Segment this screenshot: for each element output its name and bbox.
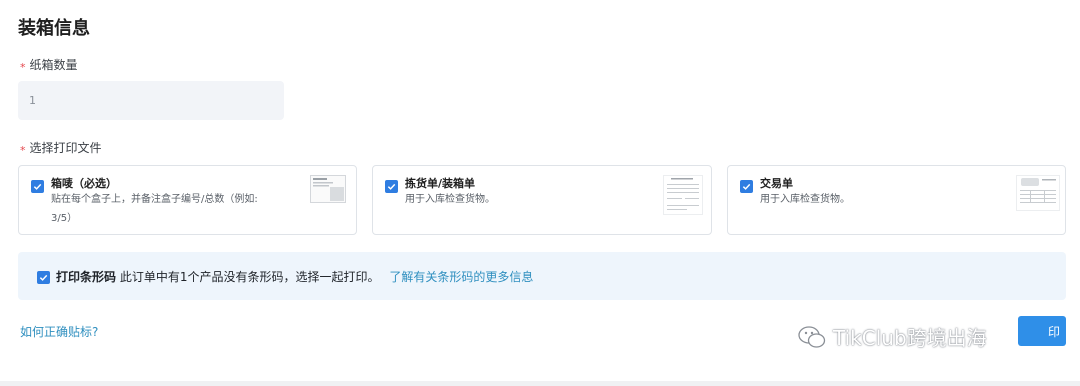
file-card-desc-line1: 用于入库检查货物。 [405, 194, 495, 205]
file-card-desc-line2: 3/5） [51, 213, 78, 224]
checkbox-transaction[interactable] [740, 180, 753, 193]
barcode-text: 打印条形码 此订单中有1个产品没有条形码，选择一起打印。 了解有关条形码的更多信… [56, 268, 533, 285]
wechat-icon [798, 325, 826, 348]
bottom-divider [0, 381, 1080, 386]
section-title: 装箱信息 [18, 18, 90, 39]
barcode-label: 打印条形码 [56, 270, 117, 284]
file-card-desc: 用于入库检查货物。 [405, 190, 495, 209]
print-button[interactable]: 印 [1018, 316, 1066, 346]
file-card-desc-line1: 用于入库检查货物。 [760, 194, 850, 205]
check-icon [387, 183, 396, 190]
shipping-label-thumbnail [310, 175, 346, 203]
required-mark: * [20, 144, 26, 157]
watermark-text: TikClub跨境出海 [833, 326, 987, 350]
barcode-learn-more-link[interactable]: 了解有关条形码的更多信息 [389, 270, 533, 284]
file-card-title: 箱唛（必选） [51, 177, 117, 190]
check-icon [39, 274, 48, 281]
file-card-shipping-mark[interactable]: 箱唛（必选） 贴在每个盒子上，并备注盒子编号/总数（例如: 3/5） [18, 165, 357, 235]
file-card-title: 交易单 [760, 177, 793, 190]
barcode-info-bar: 打印条形码 此订单中有1个产品没有条形码，选择一起打印。 了解有关条形码的更多信… [18, 252, 1066, 300]
labeling-help-link[interactable]: 如何正确贴标? [20, 323, 98, 340]
checkbox-picking-list[interactable] [385, 180, 398, 193]
required-mark: * [20, 61, 26, 74]
checkbox-shipping-mark[interactable] [31, 180, 44, 193]
barcode-description: 此订单中有1个产品没有条形码，选择一起打印。 [119, 270, 380, 284]
carton-qty-input[interactable] [18, 81, 284, 120]
file-card-title: 拣货单/装箱单 [405, 177, 476, 190]
transaction-thumbnail [1016, 175, 1060, 211]
check-icon [33, 183, 42, 190]
file-card-desc: 贴在每个盒子上，并备注盒子编号/总数（例如: 3/5） [51, 190, 258, 228]
print-files-label: * 选择打印文件 [20, 139, 102, 157]
carton-qty-label-text: 纸箱数量 [29, 58, 78, 72]
file-card-desc-line1: 贴在每个盒子上，并备注盒子编号/总数（例如: [51, 194, 258, 205]
file-card-picking-list[interactable]: 拣货单/装箱单 用于入库检查货物。 [372, 165, 712, 235]
watermark: TikClub跨境出海 [797, 322, 987, 351]
file-card-transaction[interactable]: 交易单 用于入库检查货物。 [727, 165, 1066, 235]
file-card-desc: 用于入库检查货物。 [760, 190, 850, 209]
picking-list-thumbnail [663, 175, 703, 215]
checkbox-print-barcode[interactable] [37, 271, 50, 284]
carton-qty-label: * 纸箱数量 [20, 56, 78, 74]
check-icon [742, 183, 751, 190]
print-files-label-text: 选择打印文件 [29, 141, 102, 155]
